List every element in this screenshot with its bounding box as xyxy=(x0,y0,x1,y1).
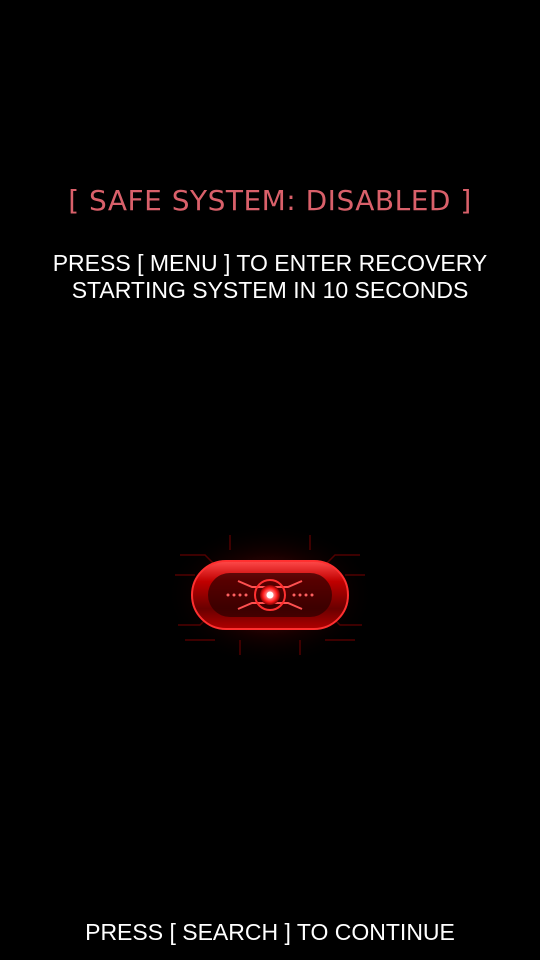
continue-instruction: PRESS [ SEARCH ] TO CONTINUE xyxy=(85,919,455,945)
recovery-instruction: PRESS [ MENU ] TO ENTER RECOVERY xyxy=(52,250,488,276)
red-eye-logo-icon xyxy=(165,523,375,667)
safe-system-status: [ SAFE SYSTEM: DISABLED ] xyxy=(68,184,472,217)
boot-screen: [ SAFE SYSTEM: DISABLED ] PRESS [ MENU ]… xyxy=(0,0,540,960)
countdown-text: STARTING SYSTEM IN 10 SECONDS xyxy=(71,277,469,303)
